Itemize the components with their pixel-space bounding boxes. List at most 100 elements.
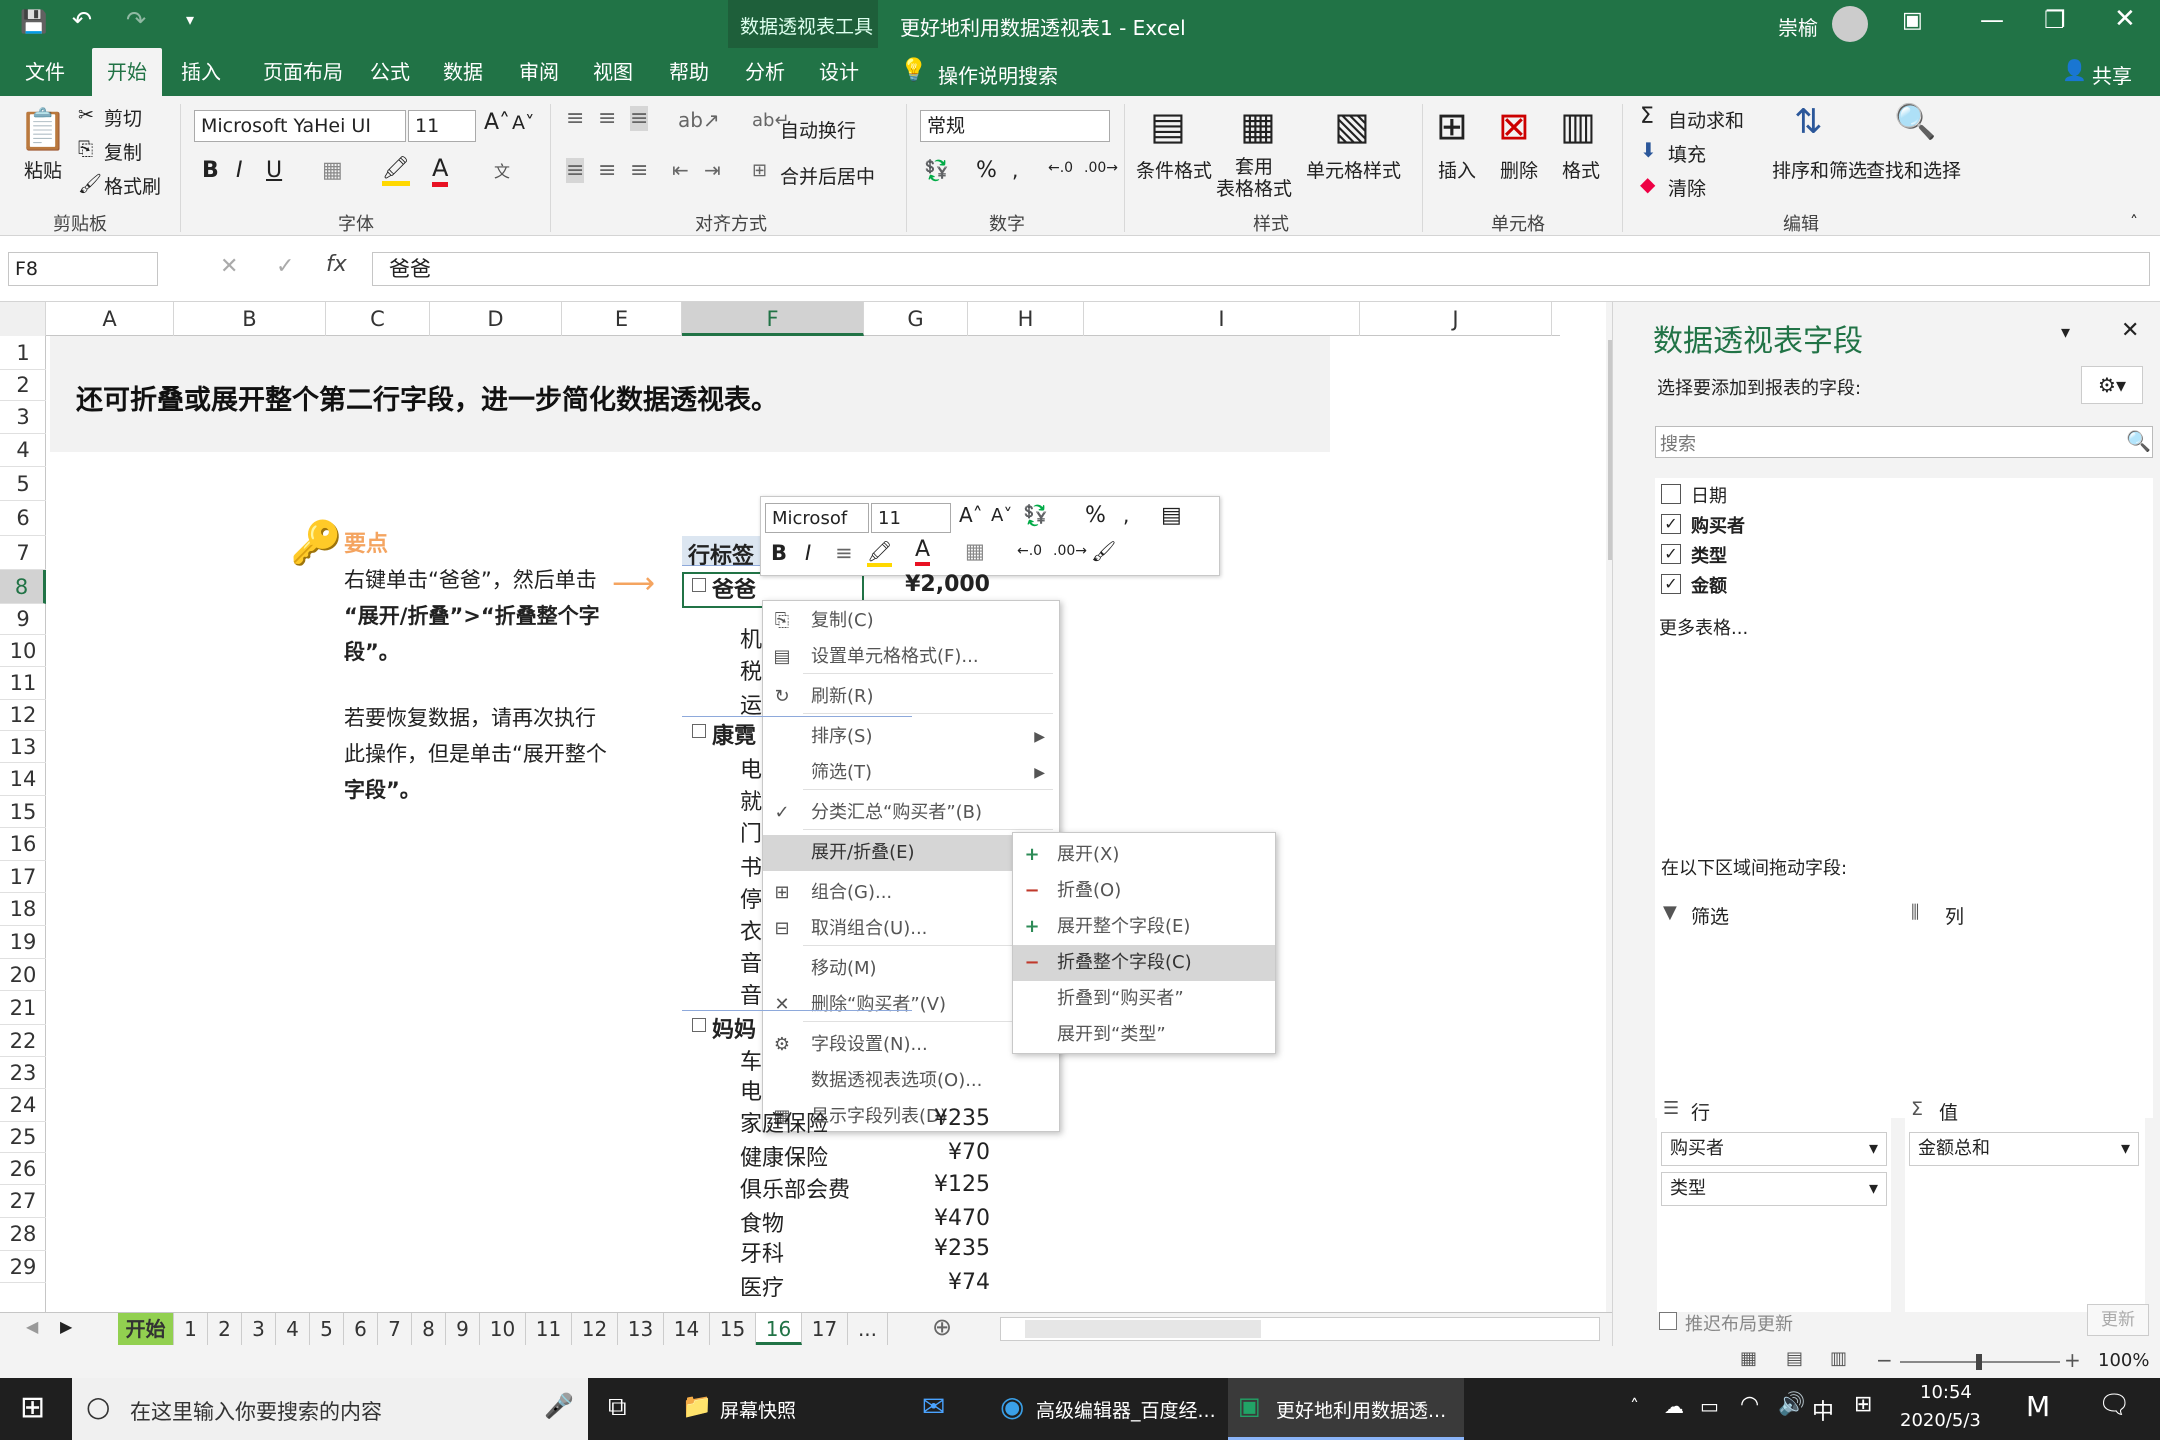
align-center-icon[interactable]: ≡	[598, 158, 616, 183]
wrap-text-button[interactable]: 自动换行	[780, 116, 856, 143]
decrease-decimal-icon[interactable]: .00→	[1084, 160, 1118, 176]
row-header-24[interactable]: 24	[0, 1089, 46, 1122]
view-layout-icon[interactable]: ▤	[1786, 1348, 1803, 1369]
tray-overflow-icon[interactable]: ˄	[1630, 1396, 1639, 1417]
restore-icon[interactable]: ❐	[2044, 6, 2066, 34]
pivot-row-label[interactable]: 牙科	[740, 1236, 784, 1268]
context-menu-item[interactable]: 排序(S) ▶	[763, 719, 1059, 755]
pivot-row-label[interactable]: 机	[740, 622, 762, 654]
comma-icon[interactable]: ,	[1012, 158, 1018, 182]
share-button[interactable]: 共享	[2092, 60, 2132, 89]
tell-me-search[interactable]: 操作说明搜索	[938, 60, 1058, 89]
select-all[interactable]	[0, 302, 46, 336]
col-header-a[interactable]: A	[46, 302, 174, 336]
view-normal-icon[interactable]: ▦	[1740, 1348, 1757, 1369]
mini-format-icon[interactable]: ▤	[1161, 503, 1182, 528]
mini-font-color-icon[interactable]: A	[915, 537, 931, 566]
field-checkbox[interactable]: ✓	[1661, 574, 1681, 594]
format-table-icon[interactable]: ▦	[1240, 104, 1276, 148]
cancel-entry-icon[interactable]: ✕	[220, 254, 238, 279]
tab-page-layout[interactable]: 页面布局	[248, 48, 358, 96]
quick-access-dropdown-icon[interactable]: ▾	[186, 10, 194, 29]
close-icon[interactable]: ✕	[2114, 4, 2136, 34]
increase-indent-icon[interactable]: ⇥	[704, 158, 721, 182]
collapse-ribbon-icon[interactable]: ˄	[2130, 212, 2138, 231]
redo-icon[interactable]: ↷	[126, 6, 146, 34]
row-header-29[interactable]: 29	[0, 1251, 46, 1283]
row-header-26[interactable]: 26	[0, 1153, 46, 1185]
chevron-down-icon[interactable]: ▾	[2121, 1133, 2130, 1165]
windows-start-icon[interactable]: ⊞	[20, 1390, 45, 1425]
borders-icon[interactable]: ▦	[322, 158, 343, 183]
field-checkbox[interactable]	[1661, 484, 1681, 504]
pivot-row-label[interactable]: 俱乐部会费	[740, 1172, 850, 1204]
row-header-10[interactable]: 10	[0, 635, 46, 667]
clear-button[interactable]: 清除	[1668, 174, 1706, 201]
pivot-row-label[interactable]: 电	[740, 752, 762, 784]
pivot-row-label[interactable]: 爸爸	[712, 572, 756, 604]
sheet-tab-7[interactable]: 7	[378, 1313, 412, 1345]
collapse-toggle-icon[interactable]	[692, 724, 706, 738]
tab-design[interactable]: 设计	[806, 48, 872, 96]
row-header-19[interactable]: 19	[0, 926, 46, 959]
number-format-combo[interactable]: 常规	[920, 110, 1110, 142]
find-select-button[interactable]: 查找和选择	[1866, 156, 1961, 183]
align-bottom-icon[interactable]: ≡	[630, 106, 649, 131]
pivot-row-label[interactable]: 音	[740, 946, 762, 978]
field-label[interactable]: 购买者	[1691, 512, 1745, 538]
battery-icon[interactable]: ▭	[1700, 1394, 1719, 1418]
cut-icon[interactable]: ✂	[78, 104, 94, 126]
zoom-level[interactable]: 100%	[2098, 1350, 2149, 1371]
col-header-f[interactable]: F	[682, 302, 864, 336]
sheet-tab-11[interactable]: 11	[526, 1313, 572, 1345]
pane-close-icon[interactable]: ✕	[2121, 318, 2139, 343]
cell-styles-button[interactable]: 单元格样式	[1306, 156, 1401, 183]
delete-cells-icon[interactable]: ⊠	[1498, 104, 1530, 148]
autosum-button[interactable]: 自动求和	[1668, 106, 1744, 133]
context-menu-item[interactable]: 数据透视表选项(O)...	[763, 1063, 1059, 1099]
taskbar-app-edge[interactable]: ◉ 高级编辑器_百度经...	[994, 1378, 1222, 1440]
field-checkbox[interactable]: ✓	[1661, 514, 1681, 534]
gear-icon[interactable]: ⚙▾	[2081, 366, 2143, 404]
pivot-row-label[interactable]: 就	[740, 784, 762, 816]
field-label[interactable]: 金额	[1691, 572, 1727, 598]
col-header-h[interactable]: H	[968, 302, 1084, 336]
sheet-tab-1[interactable]: 1	[174, 1313, 208, 1345]
merge-icon[interactable]: ⊞	[752, 160, 767, 181]
sheet-tab-...[interactable]: ...	[848, 1313, 888, 1345]
pane-options-icon[interactable]: ▾	[2061, 322, 2070, 343]
conditional-format-icon[interactable]: ▤	[1150, 104, 1186, 148]
row-field-buyer[interactable]: 购买者 ▾	[1661, 1132, 1887, 1166]
ime-indicator[interactable]: 中	[1812, 1394, 1834, 1426]
autosum-icon[interactable]: Σ	[1640, 104, 1654, 129]
pivot-row-label[interactable]: 健康保险	[740, 1140, 828, 1172]
submenu-item[interactable]: + 展开整个字段(E)	[1013, 909, 1275, 945]
field-search-input[interactable]: 搜索 🔍	[1655, 426, 2153, 458]
clock-time[interactable]: 10:54	[1920, 1382, 1972, 1403]
tab-analyze[interactable]: 分析	[732, 48, 798, 96]
align-middle-icon[interactable]: ≡	[598, 106, 616, 131]
submenu-item[interactable]: 折叠到“购买者”	[1013, 981, 1275, 1017]
microphone-icon[interactable]: 🎤	[544, 1392, 574, 1420]
sheet-tab-开始[interactable]: 开始	[118, 1313, 174, 1345]
pivot-row-labels-header[interactable]: 行标签	[688, 538, 754, 570]
row-header-16[interactable]: 16	[0, 828, 46, 861]
row-header-27[interactable]: 27	[0, 1185, 46, 1218]
sort-filter-icon[interactable]: ⇅	[1794, 102, 1823, 142]
orientation-icon[interactable]: ab↗	[678, 108, 720, 132]
clear-icon[interactable]: ◆	[1640, 172, 1655, 196]
value-field-sum[interactable]: 金额总和 ▾	[1909, 1132, 2139, 1166]
tab-formulas[interactable]: 公式	[360, 48, 420, 96]
avatar[interactable]	[1832, 6, 1868, 42]
decrease-indent-icon[interactable]: ⇤	[672, 158, 689, 182]
mini-bold-icon[interactable]: B	[771, 541, 787, 565]
user-name[interactable]: 崇榆	[1778, 12, 1818, 41]
row-header-21[interactable]: 21	[0, 991, 46, 1025]
pivot-row-label[interactable]: 妈妈	[712, 1012, 756, 1044]
tab-home[interactable]: 开始	[92, 48, 162, 96]
sheet-tab-13[interactable]: 13	[618, 1313, 664, 1345]
format-painter-icon[interactable]: 🖌	[78, 172, 102, 195]
pivot-row-label[interactable]: 书	[740, 850, 762, 882]
chevron-down-icon[interactable]: ▾	[1869, 1173, 1878, 1205]
row-header-15[interactable]: 15	[0, 796, 46, 828]
